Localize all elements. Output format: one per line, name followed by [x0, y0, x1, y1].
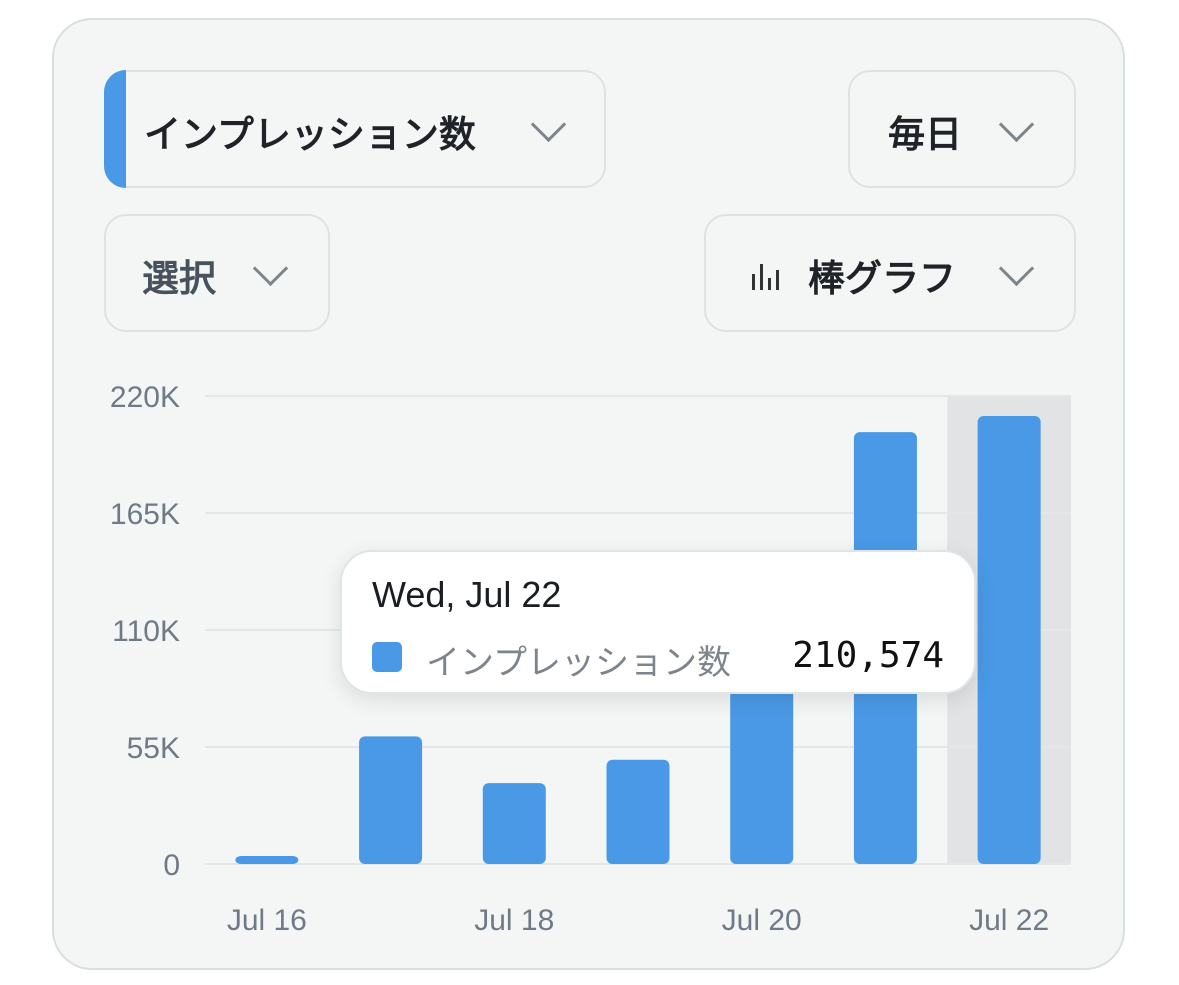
y-tick-label: 55K [127, 732, 180, 765]
y-tick-label: 0 [163, 849, 180, 882]
x-tick-label: Jul 22 [969, 904, 1049, 937]
bar-jul-22[interactable] [977, 416, 1041, 864]
bar-jul-20[interactable] [730, 672, 794, 864]
tooltip-value: 210,574 [792, 635, 944, 676]
y-tick-label: 110K [112, 615, 180, 648]
tooltip-series-swatch [372, 642, 402, 672]
x-tick-label: Jul 18 [474, 904, 554, 937]
chart-tooltip: Wed, Jul 22 インプレッション数 210,574 [340, 550, 976, 694]
bar-jul-16[interactable] [235, 856, 299, 864]
y-tick-label: 220K [110, 381, 180, 414]
tooltip-date: Wed, Jul 22 [372, 574, 562, 615]
y-tick-label: 165K [110, 498, 180, 531]
bar-jul-19[interactable] [606, 759, 670, 864]
bar-jul-17[interactable] [359, 736, 423, 864]
bar-chart[interactable]: 0 55K 110K 165K 220K Jul 16 Jul 18 Jul 20 Jul 22 [0, 0, 1179, 985]
x-tick-label: Jul 16 [227, 904, 307, 937]
x-tick-label: Jul 20 [722, 904, 802, 937]
tooltip-series-name: インプレッション数 [426, 643, 731, 683]
bar-jul-18[interactable] [482, 783, 546, 864]
